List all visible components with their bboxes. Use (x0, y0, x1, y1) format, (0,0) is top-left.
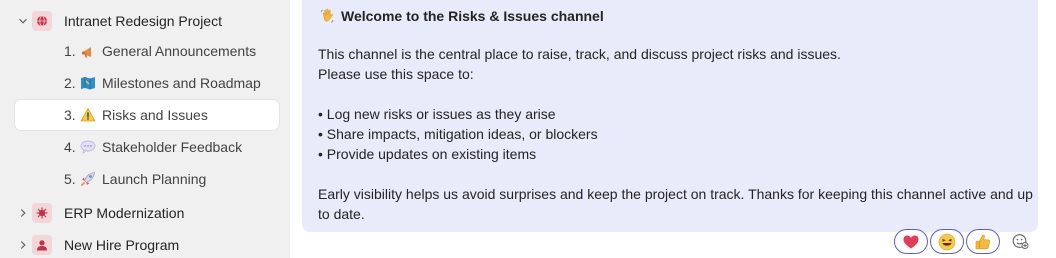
channel-label: Risks and Issues (102, 107, 208, 123)
channel-risks-and-issues[interactable]: 3. Risks and Issues (15, 100, 279, 130)
channel-number: 3. (64, 107, 76, 123)
channel-label: Launch Planning (102, 171, 207, 187)
channel-stakeholder-feedback[interactable]: 4. Stakeholder Feedback (15, 132, 279, 162)
heart-icon (903, 235, 919, 248)
thumbs-up-icon (975, 234, 991, 249)
reaction-laugh[interactable] (930, 229, 964, 254)
channel-number: 5. (64, 171, 76, 187)
message-bullet: • Provide updates on existing items (318, 146, 537, 162)
warning-icon (80, 107, 96, 123)
channel-label: Stakeholder Feedback (102, 139, 243, 155)
team-label: Intranet Redesign Project (64, 13, 222, 29)
person-icon (32, 235, 52, 255)
message-bullet: • Log new risks or issues as they arise (318, 106, 556, 122)
channel-sidebar: Intranet Redesign Project 1. General Ann… (0, 0, 290, 258)
map-icon (80, 75, 96, 91)
team-label: New Hire Program (64, 237, 180, 253)
chevron-right-icon[interactable] (17, 207, 29, 219)
reaction-heart[interactable] (894, 229, 928, 254)
chevron-right-icon[interactable] (17, 239, 29, 251)
channel-label: General Announcements (102, 43, 257, 59)
team-erp-modernization[interactable]: ERP Modernization (0, 198, 290, 228)
speech-bubble-icon (80, 139, 96, 155)
rocket-icon (80, 171, 96, 187)
channel-number: 4. (64, 139, 76, 155)
virus-icon (32, 203, 52, 223)
reaction-like[interactable] (966, 229, 1000, 254)
channel-number: 2. (64, 75, 76, 91)
megaphone-icon (80, 43, 96, 59)
message-title: Welcome to the Risks & Issues channel (341, 8, 604, 24)
waving-hand-icon (319, 7, 337, 25)
channel-launch-planning[interactable]: 5. Launch Planning (15, 164, 279, 194)
chevron-down-icon[interactable] (17, 15, 29, 27)
channel-welcome-message: Welcome to the Risks & Issues channel Th… (302, 0, 1038, 232)
message-bullet: • Share impacts, mitigation ideas, or bl… (318, 126, 598, 142)
add-reaction-button[interactable] (1008, 229, 1032, 253)
team-intranet-redesign[interactable]: Intranet Redesign Project (0, 6, 290, 36)
team-label: ERP Modernization (64, 205, 185, 221)
message-line: to date. (318, 206, 365, 222)
channel-number: 1. (64, 43, 76, 59)
channel-milestones-roadmap[interactable]: 2. Milestones and Roadmap (15, 68, 279, 98)
message-title-row: Welcome to the Risks & Issues channel (319, 6, 604, 26)
add-reaction-icon (1012, 234, 1029, 249)
globe-icon (32, 11, 52, 31)
message-line: This channel is the central place to rai… (318, 46, 841, 62)
message-line: Early visibility helps us avoid surprise… (318, 186, 1033, 202)
channel-label: Milestones and Roadmap (102, 75, 261, 91)
channel-general-announcements[interactable]: 1. General Announcements (15, 36, 279, 66)
team-new-hire-program[interactable]: New Hire Program (0, 230, 290, 258)
message-line: Please use this space to: (318, 66, 474, 82)
laughing-face-icon (938, 233, 956, 250)
